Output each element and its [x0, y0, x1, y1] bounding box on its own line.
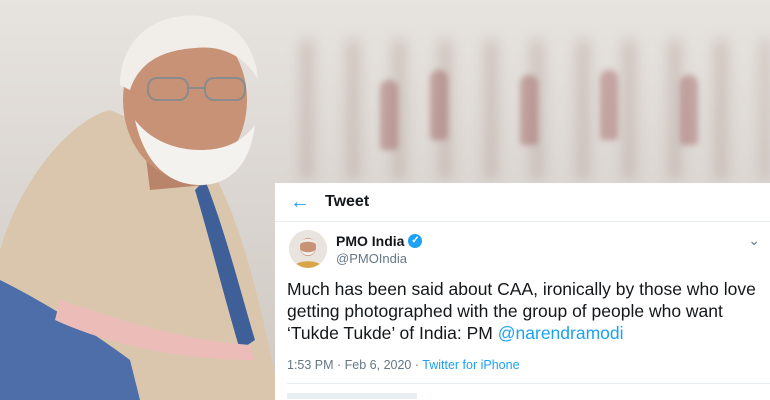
back-arrow-icon[interactable]: ← — [275, 191, 325, 214]
tweet-text: Much has been said about CAA, ironically… — [287, 278, 765, 344]
author-name[interactable]: PMO India — [336, 233, 404, 249]
divider — [287, 383, 770, 384]
tweet-meta: 1:53 PM · Feb 6, 2020 · Twitter for iPho… — [287, 358, 520, 372]
background-guard — [520, 75, 538, 145]
tweet-stats-row — [287, 393, 417, 399]
background-guard — [430, 70, 448, 140]
verified-badge-icon: ✓ — [408, 234, 423, 248]
author-display-name[interactable]: PMO India ✓ — [336, 233, 423, 249]
tweet-source-link[interactable]: Twitter for iPhone — [422, 358, 519, 372]
tweet-timestamp[interactable]: 1:53 PM · Feb 6, 2020 · — [287, 358, 422, 372]
author-handle[interactable]: @PMOIndia — [336, 251, 407, 266]
background-guard — [380, 80, 398, 150]
tweet-card: ← Tweet PMO India ✓ @PMOIndia ⌄ Much has… — [275, 183, 770, 400]
background-guard — [600, 70, 618, 140]
avatar[interactable] — [289, 230, 327, 268]
chevron-down-icon[interactable]: ⌄ — [748, 232, 760, 249]
tweet-header: ← Tweet — [275, 183, 770, 222]
background-guard — [680, 75, 698, 145]
tweet-header-title: Tweet — [325, 193, 370, 210]
tweet-author-row: PMO India ✓ @PMOIndia ⌄ — [275, 230, 770, 280]
mention-link[interactable]: @narendramodi — [498, 323, 624, 343]
person-figure — [0, 15, 280, 400]
